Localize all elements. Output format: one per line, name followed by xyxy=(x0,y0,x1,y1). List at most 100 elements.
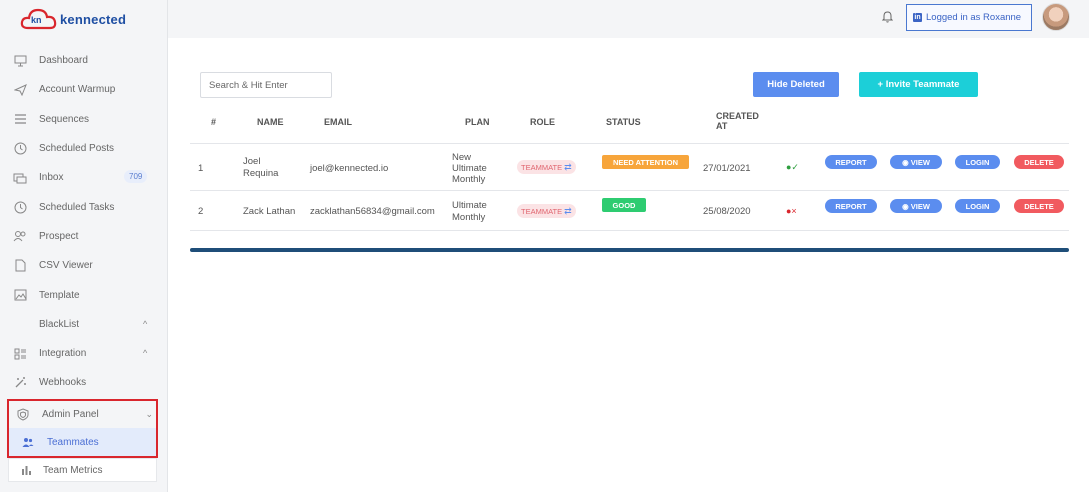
bell-icon[interactable] xyxy=(881,10,894,26)
brand-logo[interactable]: kn kennected xyxy=(20,6,126,32)
role-label: TEAMMATE xyxy=(521,206,563,216)
user-check-icon: ●✓ xyxy=(786,162,799,172)
status-badge: NEED ATTENTION xyxy=(602,155,689,169)
bar-chart-icon xyxy=(19,463,33,477)
cloud-logo-icon: kn xyxy=(20,7,58,31)
column-header-name: NAME xyxy=(257,117,284,127)
inbox-icon xyxy=(13,171,27,185)
shield-icon xyxy=(16,408,30,422)
row-name-line: Requina xyxy=(243,168,279,179)
report-button[interactable]: REPORT xyxy=(825,155,877,169)
row-number: 2 xyxy=(198,206,204,217)
role-label: TEAMMATE xyxy=(521,162,563,172)
avatar[interactable] xyxy=(1042,3,1070,31)
view-button[interactable]: ◉ VIEW xyxy=(890,199,942,213)
clock-icon xyxy=(13,200,27,214)
row-plan-line: Monthly xyxy=(452,174,486,185)
sidebar-item-label: CSV Viewer xyxy=(39,260,93,272)
sidebar-item-label: Account Warmup xyxy=(39,84,116,96)
sidebar-item-blacklist[interactable]: BlackList ^ xyxy=(0,310,168,339)
delete-button[interactable]: DELETE xyxy=(1014,199,1064,213)
sidebar-item-label: Scheduled Tasks xyxy=(39,201,115,213)
sidebar-item-label: Teammates xyxy=(47,436,99,448)
sidebar-item-label: BlackList xyxy=(39,318,80,330)
sidebar-item-admin-panel[interactable]: Admin Panel ⌄ xyxy=(16,401,156,428)
row-plan-line: Monthly xyxy=(452,212,486,223)
send-icon xyxy=(13,83,27,97)
view-button[interactable]: ◉ VIEW xyxy=(890,155,942,169)
row-divider xyxy=(190,190,1069,191)
login-button[interactable]: LOGIN xyxy=(955,155,1000,169)
magic-wand-icon xyxy=(13,376,27,390)
row-email: joel@kennected.io xyxy=(310,163,389,174)
column-header-created-at: AT xyxy=(716,121,728,131)
column-header-status: STATUS xyxy=(606,117,641,127)
row-plan-line: New xyxy=(452,152,472,163)
column-header-plan: PLAN xyxy=(465,117,490,127)
sidebar-item-label: Template xyxy=(39,289,80,301)
file-icon xyxy=(13,259,27,273)
sidebar-item-label: Admin Panel xyxy=(42,409,99,420)
sidebar-item-prospect[interactable]: Prospect xyxy=(0,222,168,251)
sidebar-item-inbox[interactable]: Inbox 709 xyxy=(0,163,168,192)
sidebar-item-sequences[interactable]: Sequences xyxy=(0,105,168,134)
user-times-icon: ●× xyxy=(786,206,797,216)
row-name-line: Joel xyxy=(243,156,261,167)
row-email: zacklathan56834@gmail.com xyxy=(310,206,435,217)
linkedin-icon: in xyxy=(913,13,922,22)
column-header-number: # xyxy=(211,117,217,127)
row-plan-line: Ultimate xyxy=(452,163,487,174)
grid-icon xyxy=(13,347,27,361)
view-label: VIEW xyxy=(910,201,930,211)
role-badge[interactable]: TEAMMATE ⇄ xyxy=(517,160,576,174)
sidebar-item-team-metrics[interactable]: Team Metrics xyxy=(8,458,157,482)
logged-in-label: Logged in as Roxanne xyxy=(926,12,1022,23)
sidebar-item-scheduled-posts[interactable]: Scheduled Posts xyxy=(0,134,168,163)
search-input[interactable] xyxy=(200,72,332,98)
row-number: 1 xyxy=(198,163,204,174)
row-created: 27/01/2021 xyxy=(703,163,751,174)
column-header-email: EMAIL xyxy=(324,117,352,127)
users-icon xyxy=(13,229,27,243)
eye-icon: ◉ xyxy=(902,201,911,211)
report-button[interactable]: REPORT xyxy=(825,199,877,213)
sidebar-item-scheduled-tasks[interactable]: Scheduled Tasks xyxy=(0,192,168,221)
hide-deleted-button[interactable]: Hide Deleted xyxy=(753,72,839,97)
delete-button[interactable]: DELETE xyxy=(1014,155,1064,169)
brand-mark: kn xyxy=(31,15,42,25)
swap-icon: ⇄ xyxy=(564,161,572,172)
top-header: in Logged in as Roxanne xyxy=(168,0,1089,38)
horizontal-scrollbar[interactable] xyxy=(190,248,1069,252)
sidebar-item-account-warmup[interactable]: Account Warmup xyxy=(0,75,168,104)
sidebar-item-dashboard[interactable]: Dashboard xyxy=(0,46,168,75)
eye-icon: ◉ xyxy=(902,157,911,167)
invite-teammate-button[interactable]: + Invite Teammate xyxy=(859,72,978,97)
sidebar-item-label: Scheduled Posts xyxy=(39,143,115,155)
users-icon xyxy=(21,435,35,449)
chevron-up-icon: ^ xyxy=(143,347,148,358)
sidebar-item-integration[interactable]: Integration ^ xyxy=(0,339,168,368)
column-header-role: ROLE xyxy=(530,117,556,127)
role-badge[interactable]: TEAMMATE ⇄ xyxy=(517,204,576,218)
sidebar-item-webhooks[interactable]: Webhooks xyxy=(0,368,168,397)
login-button[interactable]: LOGIN xyxy=(955,199,1000,213)
list-icon xyxy=(13,112,27,126)
logged-in-badge[interactable]: in Logged in as Roxanne xyxy=(906,4,1032,31)
image-icon xyxy=(13,288,27,302)
header-divider xyxy=(190,143,1069,144)
sidebar-nav: Dashboard Account Warmup Sequences Sched… xyxy=(0,46,168,398)
status-badge: GOOD xyxy=(602,198,646,212)
row-name-line: Zack Lathan xyxy=(243,206,296,217)
sidebar-item-csv-viewer[interactable]: CSV Viewer xyxy=(0,251,168,280)
sidebar: kn kennected Dashboard Account Warmup Se… xyxy=(0,0,168,492)
sidebar-item-label: Webhooks xyxy=(39,377,87,389)
sidebar-item-template[interactable]: Template xyxy=(0,280,168,309)
row-divider xyxy=(190,230,1069,231)
clock-icon xyxy=(13,142,27,156)
sidebar-item-label: Integration xyxy=(39,348,87,360)
chevron-up-icon: ^ xyxy=(143,318,148,329)
swap-icon: ⇄ xyxy=(564,205,572,216)
sidebar-item-teammates[interactable]: Teammates xyxy=(9,428,156,456)
sidebar-item-label: Inbox xyxy=(39,172,64,184)
inbox-count-badge: 709 xyxy=(124,170,148,184)
